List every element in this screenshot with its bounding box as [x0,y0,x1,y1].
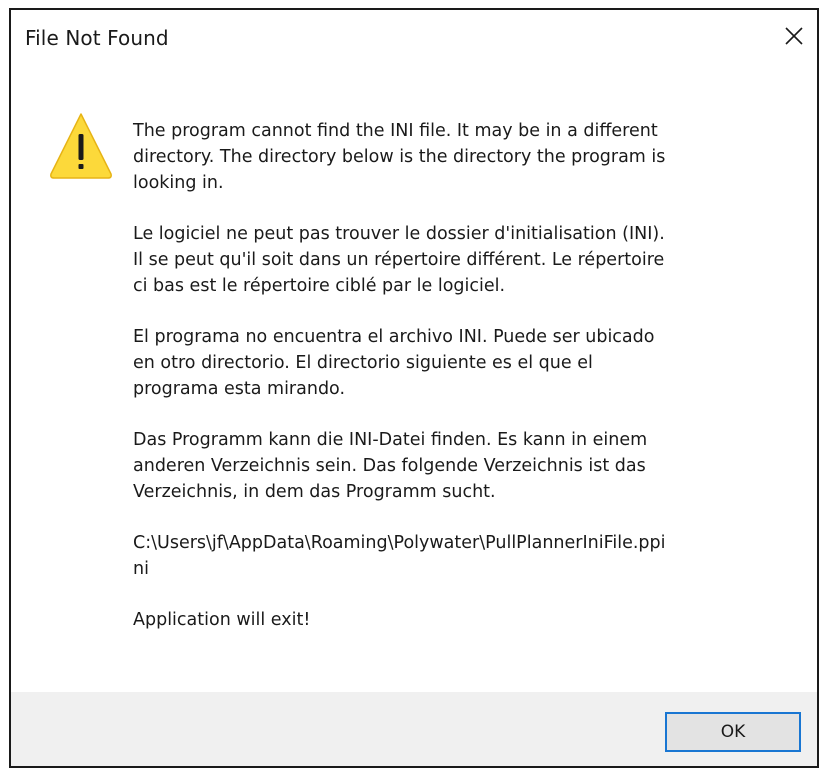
exit-message: Application will exit! [133,610,311,630]
close-button[interactable] [771,14,817,58]
ini-file-path: C:\Users\jf\AppData\Roaming\Polywater\Pu… [133,533,666,579]
message-german: Das Programm kann die INI-Datei finden. … [133,430,648,502]
message-spanish: El programa no encuentra el archivo INI.… [133,327,655,399]
title-bar: File Not Found [11,10,817,74]
message-content: The program cannot find the INI file. It… [133,118,793,658]
message-english: The program cannot find the INI file. It… [133,121,666,193]
file-not-found-dialog: File Not Found The program cannot find t… [9,8,819,768]
message-french: Le logiciel ne peut pas trouver le dossi… [133,224,665,296]
button-bar: OK [11,692,817,766]
warning-icon [50,113,112,179]
ok-button[interactable]: OK [665,712,801,752]
dialog-title: File Not Found [25,26,169,50]
close-icon [785,27,803,45]
